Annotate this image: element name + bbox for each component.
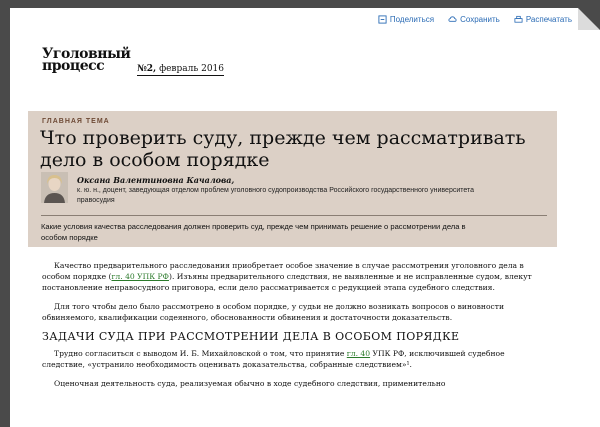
paragraph-2: Для того чтобы дело было рассмотрено в о…	[42, 302, 505, 322]
article-summary: Какие условия качества расследования дол…	[41, 222, 466, 242]
paragraph-4: Оценочная деятельность суда, реализуемая…	[54, 379, 446, 388]
author-name: Оксана Валентиновна Качалова,	[77, 175, 235, 185]
journal-logo[interactable]: Уголовный процесс	[42, 47, 131, 73]
issue-link[interactable]: №2, февраль 2016	[137, 64, 225, 76]
document-toolbar: Поделиться Сохранить Распечатать	[378, 15, 572, 24]
law-link-chapter-40[interactable]: гл. 40 УПК РФ	[111, 272, 169, 281]
publish-label: Поделиться	[389, 15, 435, 24]
document-page: Поделиться Сохранить Распечатать Уголовн…	[10, 8, 600, 427]
publish-button[interactable]: Поделиться	[378, 15, 434, 24]
cloud-icon	[448, 16, 457, 22]
lead-section: ГЛАВНАЯ ТЕМА Что проверить суду, прежде …	[28, 111, 557, 247]
section-heading: ЗАДАЧИ СУДА ПРИ РАССМОТРЕНИИ ДЕЛА В ОСОБ…	[42, 330, 460, 343]
print-button[interactable]: Распечатать	[514, 15, 572, 24]
paragraph-3: Трудно согласиться с выводом И. Б. Михай…	[42, 349, 505, 369]
share-icon	[378, 15, 387, 24]
issue-number: №2,	[137, 64, 157, 74]
paragraph-1: Качество предварительного расследования …	[42, 261, 532, 292]
section-kicker: ГЛАВНАЯ ТЕМА	[42, 118, 110, 125]
save-label: Сохранить	[460, 15, 500, 24]
issue-date: февраль 2016	[159, 64, 225, 74]
printer-icon	[514, 15, 523, 23]
law-link-chapter-40-short[interactable]: гл. 40	[347, 349, 370, 358]
page-corner-fold	[578, 8, 600, 30]
author-credentials: к. ю. н., доцент, заведующая отделом про…	[77, 187, 475, 204]
author-avatar	[41, 172, 68, 203]
article-body: Качество предварительного расследования …	[42, 260, 542, 397]
save-button[interactable]: Сохранить	[448, 15, 500, 24]
print-label: Распечатать	[525, 15, 572, 24]
article-title: Что проверить суду, прежде чем рассматри…	[40, 127, 526, 171]
lead-divider	[41, 215, 547, 216]
